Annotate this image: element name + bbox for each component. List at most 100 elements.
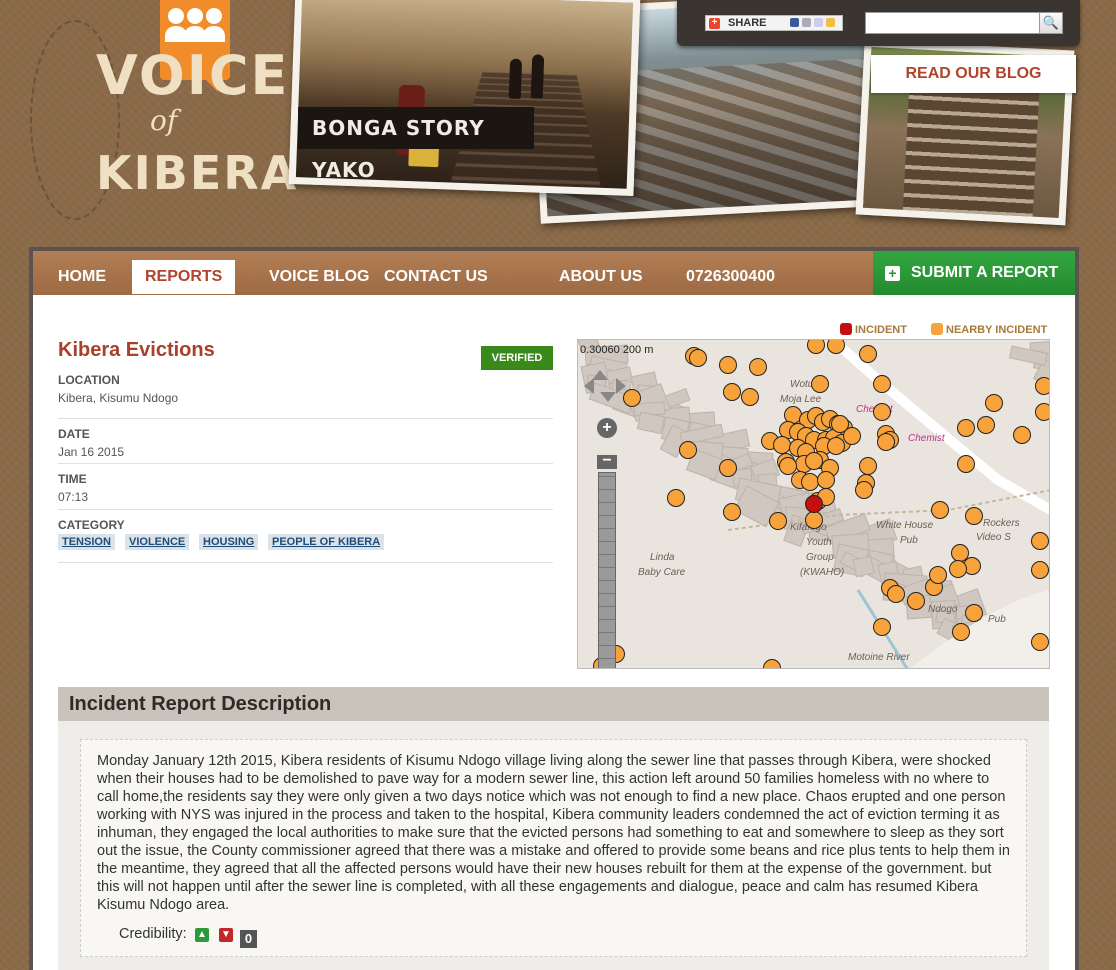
nearby-incident-marker[interactable] [784,406,802,424]
top-toolbar: + SHARE 🔍 [677,0,1080,46]
share-label: SHARE [728,17,767,29]
nearby-incident-marker[interactable] [831,415,849,433]
date-field: DATE Jan 16 2015 [58,419,553,464]
nearby-incident-marker[interactable] [1031,561,1049,579]
nav-voice-blog[interactable]: VOICE BLOG [256,260,382,294]
incident-marker[interactable] [805,495,823,513]
category-tag-tension[interactable]: TENSION [58,534,115,550]
nearby-incident-marker[interactable] [949,560,967,578]
search-button[interactable]: 🔍 [1039,12,1063,34]
nearby-incident-marker[interactable] [985,394,1003,412]
plus-icon: + [885,266,900,281]
credibility-label: Credibility: [119,926,187,942]
map-scale-text: 0.30060 200 m [580,344,653,356]
nearby-incident-marker[interactable] [807,340,825,354]
nearby-incident-marker[interactable] [811,375,829,393]
nearby-incident-marker[interactable] [877,433,895,451]
nearby-incident-marker[interactable] [741,388,759,406]
nearby-incident-marker[interactable] [977,416,995,434]
zoom-in-button[interactable]: + [597,418,617,438]
description-text: Monday January 12th 2015, Kibera residen… [97,753,1010,913]
nearby-incident-marker[interactable] [817,471,835,489]
location-field: LOCATION Kibera, Kisumu Ndogo [58,373,553,419]
nearby-incident-marker[interactable] [859,345,877,363]
pan-right-icon[interactable] [616,378,626,394]
thumbs-down-icon[interactable]: ▼ [219,928,233,942]
nearby-incident-marker[interactable] [873,403,891,421]
share-button[interactable]: + SHARE [705,15,843,31]
nearby-incident-marker[interactable] [689,349,707,367]
nearby-incident-marker[interactable] [907,592,925,610]
nearby-incident-marker[interactable] [965,507,983,525]
category-tag-housing[interactable]: HOUSING [199,534,259,550]
pan-up-icon[interactable] [592,370,608,380]
nearby-incident-marker[interactable] [952,623,970,641]
incident-map[interactable]: Wotu Moja Lee Linda Baby Care Kifafogo Youth G… [577,339,1050,669]
nearby-incident-marker[interactable] [1031,532,1049,550]
credibility-count: 0 [240,930,257,948]
map-canvas[interactable]: WotuMoja LeeLindaBaby CareKifafogoYouthG… [578,340,1050,669]
nearby-incident-marker[interactable] [1031,633,1049,651]
category-tag-violence[interactable]: VIOLENCE [125,534,190,550]
category-label: CATEGORY [58,518,125,532]
nearby-incident-marker[interactable] [887,585,905,603]
nearby-incident-marker[interactable] [931,501,949,519]
nearby-incident-swatch [931,323,943,335]
nearby-incident-marker[interactable] [805,452,823,470]
nav-reports[interactable]: REPORTS [132,260,236,294]
description-box: Monday January 12th 2015, Kibera residen… [80,739,1027,957]
nearby-incident-marker[interactable] [769,512,787,530]
thumbs-up-icon[interactable]: ▲ [195,928,209,942]
nearby-incident-marker[interactable] [957,455,975,473]
map-building [852,555,875,578]
nearby-incident-marker[interactable] [773,436,791,454]
nearby-incident-marker[interactable] [679,441,697,459]
read-our-blog-button[interactable]: READ OUR BLOG [871,55,1076,93]
nearby-incident-marker[interactable] [667,489,685,507]
nearby-incident-marker[interactable] [723,503,741,521]
nearby-incident-marker[interactable] [719,459,737,477]
nearby-incident-marker[interactable] [873,618,891,636]
submit-report-button[interactable]: + SUBMIT A REPORT [873,251,1075,295]
nearby-incident-marker[interactable] [801,473,819,491]
pan-left-icon[interactable] [584,378,594,394]
nav-phone-number[interactable]: 0726300400 [673,260,788,294]
nearby-incident-marker[interactable] [1013,426,1031,444]
nearby-incident-marker[interactable] [763,659,781,670]
nearby-incident-marker[interactable] [779,457,797,475]
nearby-incident-marker[interactable] [623,389,641,407]
nearby-incident-marker[interactable] [951,544,969,562]
category-tag-people-of-kibera[interactable]: PEOPLE OF KIBERA [268,534,385,550]
nearby-incident-marker[interactable] [929,566,947,584]
nearby-incident-marker[interactable] [723,383,741,401]
map-place-label: Wotu [790,379,814,390]
pan-down-icon[interactable] [600,392,616,402]
nearby-incident-marker[interactable] [1035,403,1051,421]
main-content: HOME REPORTS VOICE BLOG CONTACT US ABOUT… [29,247,1079,970]
nearby-incident-marker[interactable] [749,358,767,376]
legend-nearby-label: NEARBY INCIDENT [946,324,1048,336]
zoom-slider[interactable] [598,472,616,668]
nearby-incident-marker[interactable] [873,375,891,393]
nearby-incident-marker[interactable] [957,419,975,437]
nearby-incident-marker[interactable] [827,340,845,354]
search-input[interactable] [865,12,1040,34]
nearby-incident-marker[interactable] [1035,377,1051,395]
map-place-label: White House [876,520,934,531]
zoom-out-button[interactable]: − [597,453,617,469]
nearby-incident-marker[interactable] [719,356,737,374]
nearby-incident-marker[interactable] [805,511,823,529]
date-label: DATE [58,427,90,441]
nearby-incident-marker[interactable] [855,481,873,499]
nearby-incident-marker[interactable] [965,604,983,622]
nav-about-us[interactable]: ABOUT US [546,260,656,294]
legend-incident-label: INCIDENT [855,324,907,336]
report-title: Kibera Evictions [58,339,215,361]
nearby-incident-marker[interactable] [827,437,845,455]
nav-contact-us[interactable]: CONTACT US [371,260,501,294]
voice-of-kibera-logo[interactable]: VOICE of KIBERA [30,0,296,230]
map-place-label: (KWAHO) [800,567,844,578]
nav-home[interactable]: HOME [45,260,119,294]
nearby-incident-marker[interactable] [859,457,877,475]
map-place-label: Motoine River [848,652,910,663]
